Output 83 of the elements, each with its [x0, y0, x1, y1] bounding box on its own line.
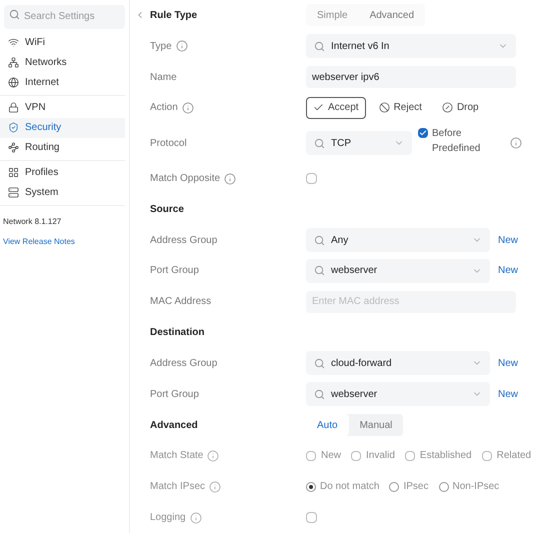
checkbox-label: New [321, 449, 342, 464]
search-icon [314, 40, 325, 52]
globe-icon [8, 77, 19, 88]
field-label: Protocol [150, 136, 187, 151]
search-icon [314, 358, 325, 369]
route-icon [8, 142, 19, 153]
action-option[interactable]: Drop [434, 96, 486, 119]
new-link[interactable]: New [498, 263, 518, 278]
field-label: Address Group [150, 356, 218, 371]
sidebar-item[interactable]: Networks [0, 52, 125, 72]
release-notes-link[interactable]: View Release Notes [0, 236, 129, 248]
check-icon [419, 129, 427, 138]
mode-tab[interactable]: Manual [348, 414, 404, 436]
sidebar-item[interactable]: Internet [0, 72, 125, 92]
select-field[interactable]: TCP [306, 131, 412, 156]
select-value: TCP [331, 136, 352, 151]
text-field[interactable]: webserver ipv6 [306, 66, 516, 88]
sidebar-item[interactable]: WiFi [0, 32, 125, 52]
select-field[interactable]: webserver [306, 382, 490, 406]
new-link[interactable]: New [498, 232, 518, 248]
checkbox[interactable] [418, 128, 428, 138]
search-icon [9, 9, 20, 20]
field-label: Name [150, 70, 177, 85]
sidebar-item[interactable]: Routing [0, 138, 125, 158]
select-field[interactable]: Any [306, 228, 490, 252]
field-label: Action [150, 101, 178, 116]
select-value: cloud-forward [331, 356, 393, 371]
select-value: Internet v6 In [331, 40, 390, 54]
action-option[interactable]: Reject [372, 96, 429, 119]
select-value: Any [331, 234, 350, 248]
text-field[interactable]: Enter MAC address [306, 290, 516, 313]
new-link[interactable]: New [498, 356, 518, 371]
info-icon[interactable] [182, 102, 194, 114]
sidebar-item[interactable]: Security [0, 118, 125, 138]
select-field[interactable]: webserver [306, 258, 490, 283]
field-label: Port Group [150, 388, 199, 402]
field-label: Address Group [150, 234, 218, 248]
search-icon [314, 234, 325, 246]
server-icon [8, 187, 19, 198]
field-label: Type [150, 40, 172, 54]
field-label: Logging [150, 511, 186, 526]
checkbox-label: Related [496, 449, 532, 464]
select-field[interactable]: Internet v6 In [306, 34, 516, 58]
search-icon [314, 138, 325, 149]
network-icon [8, 57, 19, 68]
lock-icon [8, 102, 19, 113]
section-heading: Advanced [150, 418, 198, 433]
grid-icon [8, 167, 19, 178]
radio-label: IPsec [403, 480, 428, 494]
radio-label: Do not match [320, 480, 380, 494]
sidebar-item[interactable]: Profiles [0, 162, 125, 182]
sidebar-item[interactable]: VPN [0, 98, 125, 118]
field-label: Match State [150, 449, 204, 464]
select-value: webserver [331, 264, 378, 278]
field-label: Port Group [150, 264, 199, 278]
search-field[interactable]: Search Settings [4, 4, 125, 28]
select-value: webserver [331, 388, 378, 402]
field-label: MAC Address [150, 295, 212, 310]
mode-tab[interactable]: Auto [306, 414, 349, 436]
search-icon [314, 265, 325, 276]
shield-icon [8, 122, 19, 133]
wifi-icon [8, 37, 19, 48]
new-link[interactable]: New [498, 386, 518, 402]
reject-icon [378, 102, 390, 114]
info-icon[interactable] [510, 137, 522, 150]
checkbox-label: Invalid [366, 449, 395, 464]
select-field[interactable]: cloud-forward [306, 351, 490, 376]
field-label: Match IPsec [150, 480, 206, 494]
action-option[interactable]: Accept [306, 96, 366, 119]
info-icon[interactable] [176, 40, 188, 52]
section-heading: Destination [150, 326, 204, 340]
version-text: Network 8.1.127 [2, 216, 62, 228]
checkbox[interactable] [306, 173, 317, 184]
field-label: Match Opposite [150, 172, 220, 186]
sidebar-item[interactable]: System [0, 182, 125, 202]
checkbox-label: Before Predefined [432, 127, 482, 156]
radio-label: Non-IPsec [452, 480, 500, 494]
checkbox-label: Established [420, 449, 472, 464]
search-icon [314, 388, 325, 400]
info-icon[interactable] [224, 172, 236, 184]
section-heading: Rule Type [150, 8, 198, 23]
slash-circle-icon [442, 102, 453, 114]
section-heading: Source [150, 202, 184, 217]
